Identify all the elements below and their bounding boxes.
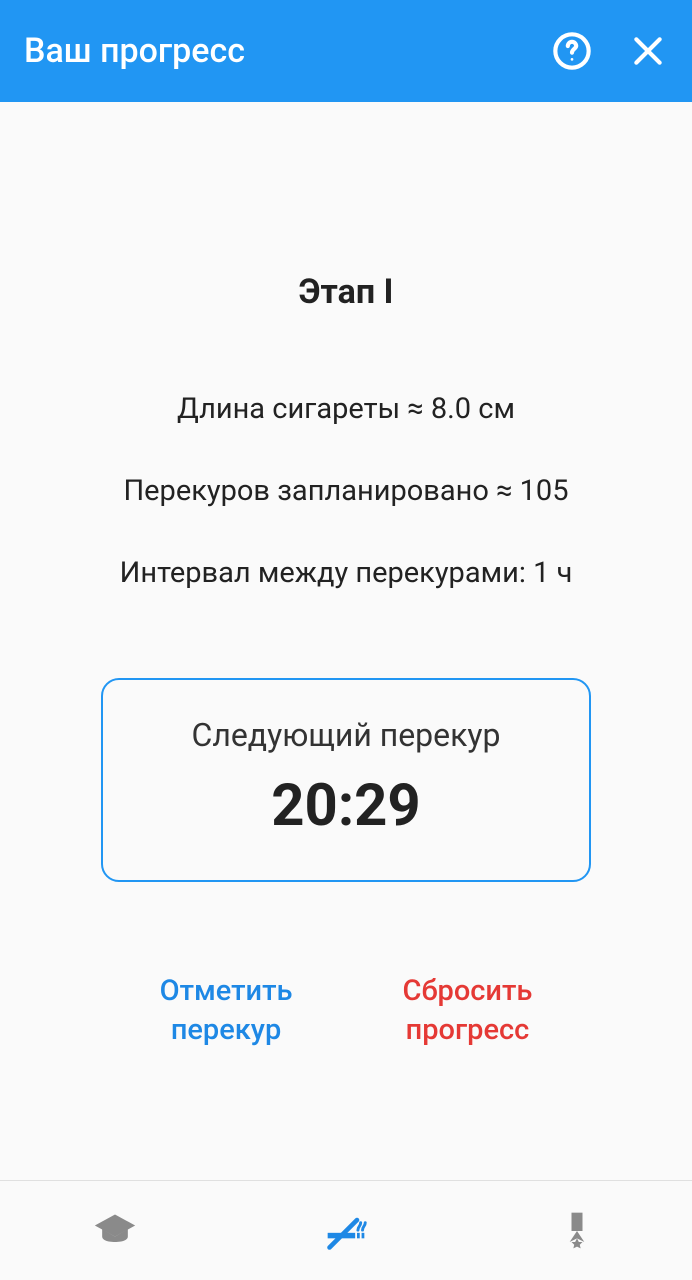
help-icon	[552, 31, 592, 71]
breaks-planned-info: Перекуров запланировано ≈ 105	[123, 474, 568, 508]
mark-break-button[interactable]: Отметитьперекур	[160, 972, 293, 1050]
no-smoking-icon	[324, 1209, 368, 1253]
graduation-cap-icon	[93, 1209, 137, 1253]
next-break-time: 20:29	[123, 772, 569, 840]
stage-title: Этап I	[299, 272, 394, 312]
nav-achievements[interactable]	[461, 1181, 692, 1280]
nav-progress[interactable]	[231, 1181, 462, 1280]
header-actions	[552, 31, 668, 71]
reset-progress-button[interactable]: Сброситьпрогресс	[403, 972, 533, 1050]
page-title: Ваш прогресс	[24, 31, 552, 71]
close-button[interactable]	[628, 31, 668, 71]
bottom-nav	[0, 1180, 692, 1280]
next-break-box: Следующий перекур 20:29	[101, 678, 591, 882]
help-button[interactable]	[552, 31, 592, 71]
action-row: Отметитьперекур Сброситьпрогресс	[0, 972, 692, 1050]
app-header: Ваш прогресс	[0, 0, 692, 102]
interval-info: Интервал между перекурами: 1 ч	[120, 556, 573, 590]
next-break-label: Следующий перекур	[123, 716, 569, 754]
nav-learn[interactable]	[0, 1181, 231, 1280]
close-icon	[628, 31, 668, 71]
cigarette-length-info: Длина сигареты ≈ 8.0 см	[177, 392, 515, 426]
main-content: Этап I Длина сигареты ≈ 8.0 см Перекуров…	[0, 102, 692, 1180]
medal-icon	[555, 1209, 599, 1253]
